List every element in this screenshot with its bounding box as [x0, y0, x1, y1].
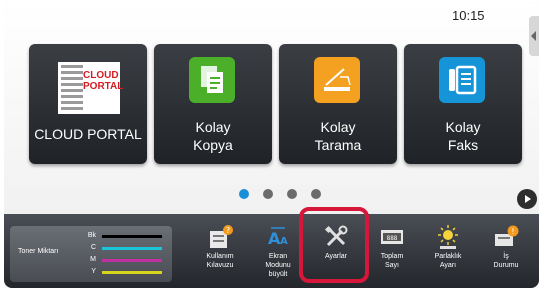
tile-label: Kolay Tarama	[314, 119, 362, 153]
svg-text:A: A	[280, 236, 288, 247]
job-status-button[interactable]: ! İş Durumu	[476, 224, 536, 286]
svg-text:?: ?	[226, 226, 230, 235]
system-bar: Toner Miktarı Bk C M Y ? Kullanım Kılavu…	[4, 214, 539, 288]
button-label: Kullanım Kılavuzu	[206, 253, 234, 269]
page-dot[interactable]	[263, 189, 273, 199]
touch-panel: 10:15 CLOUD PORTAL CLOUD PORTAL Kolay Ko…	[4, 2, 539, 288]
toner-bar-m	[102, 259, 162, 262]
scan-icon	[314, 57, 360, 103]
button-label: Parlaklık Ayarı	[434, 253, 462, 269]
tile-easy-fax[interactable]: Kolay Faks	[404, 44, 522, 164]
toner-bar-c	[102, 247, 162, 250]
fax-icon	[439, 57, 485, 103]
tile-cloud-portal[interactable]: CLOUD PORTAL CLOUD PORTAL	[29, 44, 147, 164]
tile-label: CLOUD PORTAL	[34, 126, 142, 142]
brightness-icon	[435, 224, 461, 250]
tile-easy-scan[interactable]: Kolay Tarama	[279, 44, 397, 164]
button-label: Toplam Sayı	[380, 253, 404, 269]
side-panel-tab[interactable]	[529, 16, 539, 56]
total-count-button[interactable]: 888 Toplam Sayı	[362, 224, 422, 286]
button-label: İş Durumu	[493, 253, 519, 269]
user-manual-button[interactable]: ? Kullanım Kılavuzu	[190, 224, 250, 286]
toner-label-m: M	[90, 256, 96, 263]
toner-label-c: C	[90, 244, 96, 251]
tile-label: Kolay Kopya	[193, 119, 233, 153]
counter-icon: 888	[379, 224, 405, 250]
svg-text:888: 888	[387, 235, 398, 242]
toner-level-panel[interactable]: Toner Miktarı Bk C M Y	[10, 226, 172, 282]
page-dot[interactable]	[287, 189, 297, 199]
tile-label: Kolay Faks	[445, 119, 481, 153]
highlight-frame	[299, 207, 369, 283]
job-status-icon: !	[493, 224, 519, 250]
toner-title: Toner Miktarı	[18, 248, 59, 255]
cloud-portal-logo: CLOUD PORTAL	[58, 62, 123, 114]
page-dot[interactable]	[239, 189, 249, 199]
toner-bar-bk	[102, 235, 162, 238]
toner-label-y: Y	[91, 268, 96, 275]
toner-bar-y	[102, 271, 162, 274]
enlarge-display-icon: AA	[265, 224, 291, 250]
toner-label-bk: Bk	[87, 232, 96, 239]
svg-text:!: !	[511, 227, 514, 236]
brightness-button[interactable]: Parlaklık Ayarı	[418, 224, 478, 286]
copy-icon	[189, 57, 235, 103]
manual-icon: ?	[207, 224, 233, 250]
clock: 10:15	[452, 8, 485, 23]
home-screen: 10:15 CLOUD PORTAL CLOUD PORTAL Kolay Ko…	[4, 2, 539, 214]
next-page-button[interactable]	[517, 189, 537, 209]
page-dot[interactable]	[311, 189, 321, 199]
tile-easy-copy[interactable]: Kolay Kopya	[154, 44, 272, 164]
